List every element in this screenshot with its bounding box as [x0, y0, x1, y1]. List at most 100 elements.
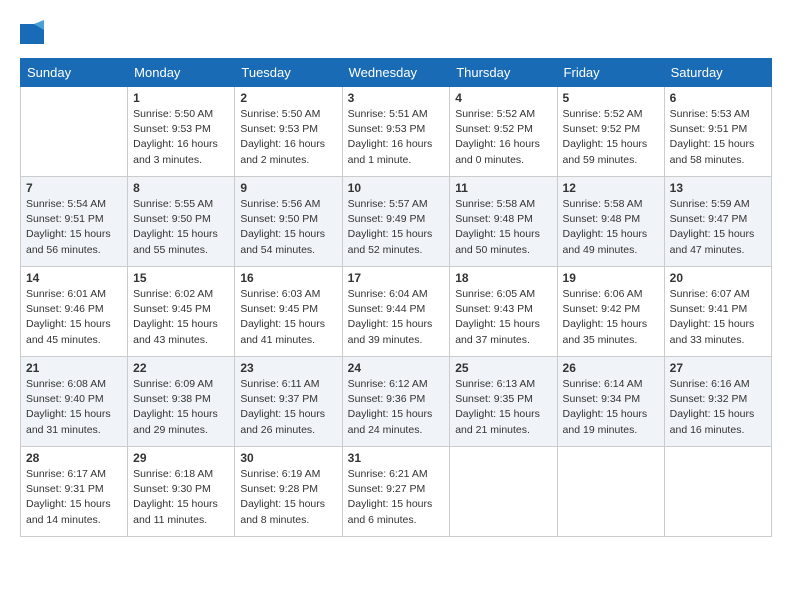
- day-info: Sunrise: 5:58 AMSunset: 9:48 PMDaylight:…: [563, 197, 659, 258]
- day-info: Sunrise: 5:57 AMSunset: 9:49 PMDaylight:…: [348, 197, 445, 258]
- day-info: Sunrise: 6:12 AMSunset: 9:36 PMDaylight:…: [348, 377, 445, 438]
- day-info: Sunrise: 5:52 AMSunset: 9:52 PMDaylight:…: [563, 107, 659, 168]
- week-row-4: 21 Sunrise: 6:08 AMSunset: 9:40 PMDayligh…: [21, 357, 772, 447]
- day-info: Sunrise: 5:50 AMSunset: 9:53 PMDaylight:…: [240, 107, 336, 168]
- day-number: 23: [240, 361, 336, 375]
- day-info: Sunrise: 6:08 AMSunset: 9:40 PMDaylight:…: [26, 377, 122, 438]
- calendar-cell: [450, 447, 557, 537]
- calendar-cell: 5 Sunrise: 5:52 AMSunset: 9:52 PMDaylight…: [557, 87, 664, 177]
- day-number: 19: [563, 271, 659, 285]
- day-info: Sunrise: 6:09 AMSunset: 9:38 PMDaylight:…: [133, 377, 229, 438]
- calendar-cell: [21, 87, 128, 177]
- day-number: 4: [455, 91, 551, 105]
- day-info: Sunrise: 6:07 AMSunset: 9:41 PMDaylight:…: [670, 287, 766, 348]
- day-info: Sunrise: 5:53 AMSunset: 9:51 PMDaylight:…: [670, 107, 766, 168]
- header-day-tuesday: Tuesday: [235, 59, 342, 87]
- header-day-sunday: Sunday: [21, 59, 128, 87]
- header-day-friday: Friday: [557, 59, 664, 87]
- calendar-cell: 16 Sunrise: 6:03 AMSunset: 9:45 PMDayligh…: [235, 267, 342, 357]
- day-info: Sunrise: 6:18 AMSunset: 9:30 PMDaylight:…: [133, 467, 229, 528]
- day-info: Sunrise: 5:51 AMSunset: 9:53 PMDaylight:…: [348, 107, 445, 168]
- calendar-cell: [664, 447, 771, 537]
- calendar-cell: 23 Sunrise: 6:11 AMSunset: 9:37 PMDayligh…: [235, 357, 342, 447]
- week-row-5: 28 Sunrise: 6:17 AMSunset: 9:31 PMDayligh…: [21, 447, 772, 537]
- day-info: Sunrise: 5:50 AMSunset: 9:53 PMDaylight:…: [133, 107, 229, 168]
- calendar-cell: 6 Sunrise: 5:53 AMSunset: 9:51 PMDaylight…: [664, 87, 771, 177]
- day-number: 12: [563, 181, 659, 195]
- header-day-wednesday: Wednesday: [342, 59, 450, 87]
- logo: [20, 20, 48, 48]
- calendar-cell: 29 Sunrise: 6:18 AMSunset: 9:30 PMDayligh…: [128, 447, 235, 537]
- header-row: SundayMondayTuesdayWednesdayThursdayFrid…: [21, 59, 772, 87]
- calendar-cell: 12 Sunrise: 5:58 AMSunset: 9:48 PMDayligh…: [557, 177, 664, 267]
- day-number: 16: [240, 271, 336, 285]
- day-number: 31: [348, 451, 445, 465]
- day-info: Sunrise: 6:13 AMSunset: 9:35 PMDaylight:…: [455, 377, 551, 438]
- day-number: 20: [670, 271, 766, 285]
- calendar-cell: 7 Sunrise: 5:54 AMSunset: 9:51 PMDaylight…: [21, 177, 128, 267]
- calendar-cell: 18 Sunrise: 6:05 AMSunset: 9:43 PMDayligh…: [450, 267, 557, 357]
- day-number: 10: [348, 181, 445, 195]
- day-info: Sunrise: 6:11 AMSunset: 9:37 PMDaylight:…: [240, 377, 336, 438]
- calendar-cell: 4 Sunrise: 5:52 AMSunset: 9:52 PMDaylight…: [450, 87, 557, 177]
- day-info: Sunrise: 6:17 AMSunset: 9:31 PMDaylight:…: [26, 467, 122, 528]
- day-number: 25: [455, 361, 551, 375]
- day-info: Sunrise: 5:58 AMSunset: 9:48 PMDaylight:…: [455, 197, 551, 258]
- day-number: 30: [240, 451, 336, 465]
- day-number: 28: [26, 451, 122, 465]
- week-row-1: 1Sunrise: 5:50 AMSunset: 9:53 PMDaylight…: [21, 87, 772, 177]
- calendar-cell: 20 Sunrise: 6:07 AMSunset: 9:41 PMDayligh…: [664, 267, 771, 357]
- day-info: Sunrise: 6:04 AMSunset: 9:44 PMDaylight:…: [348, 287, 445, 348]
- calendar-cell: 15Sunrise: 6:02 AMSunset: 9:45 PMDayligh…: [128, 267, 235, 357]
- calendar-cell: 25 Sunrise: 6:13 AMSunset: 9:35 PMDayligh…: [450, 357, 557, 447]
- calendar-cell: 13 Sunrise: 5:59 AMSunset: 9:47 PMDayligh…: [664, 177, 771, 267]
- calendar-cell: 17Sunrise: 6:04 AMSunset: 9:44 PMDayligh…: [342, 267, 450, 357]
- day-info: Sunrise: 5:52 AMSunset: 9:52 PMDaylight:…: [455, 107, 551, 168]
- calendar-cell: 2 Sunrise: 5:50 AMSunset: 9:53 PMDaylight…: [235, 87, 342, 177]
- calendar-cell: 26 Sunrise: 6:14 AMSunset: 9:34 PMDayligh…: [557, 357, 664, 447]
- calendar-cell: 1Sunrise: 5:50 AMSunset: 9:53 PMDaylight…: [128, 87, 235, 177]
- header-day-thursday: Thursday: [450, 59, 557, 87]
- day-info: Sunrise: 6:01 AMSunset: 9:46 PMDaylight:…: [26, 287, 122, 348]
- calendar-cell: 24 Sunrise: 6:12 AMSunset: 9:36 PMDayligh…: [342, 357, 450, 447]
- day-number: 8: [133, 181, 229, 195]
- day-number: 6: [670, 91, 766, 105]
- day-number: 26: [563, 361, 659, 375]
- week-row-3: 14 Sunrise: 6:01 AMSunset: 9:46 PMDayligh…: [21, 267, 772, 357]
- calendar-cell: 31 Sunrise: 6:21 AMSunset: 9:27 PMDayligh…: [342, 447, 450, 537]
- day-info: Sunrise: 5:59 AMSunset: 9:47 PMDaylight:…: [670, 197, 766, 258]
- day-number: 21: [26, 361, 122, 375]
- day-info: Sunrise: 6:03 AMSunset: 9:45 PMDaylight:…: [240, 287, 336, 348]
- calendar-cell: 30 Sunrise: 6:19 AMSunset: 9:28 PMDayligh…: [235, 447, 342, 537]
- day-number: 24: [348, 361, 445, 375]
- day-number: 11: [455, 181, 551, 195]
- day-info: Sunrise: 5:55 AMSunset: 9:50 PMDaylight:…: [133, 197, 229, 258]
- calendar-cell: 9 Sunrise: 5:56 AMSunset: 9:50 PMDaylight…: [235, 177, 342, 267]
- header-day-saturday: Saturday: [664, 59, 771, 87]
- day-info: Sunrise: 6:14 AMSunset: 9:34 PMDaylight:…: [563, 377, 659, 438]
- day-number: 29: [133, 451, 229, 465]
- day-number: 18: [455, 271, 551, 285]
- day-number: 9: [240, 181, 336, 195]
- day-info: Sunrise: 6:21 AMSunset: 9:27 PMDaylight:…: [348, 467, 445, 528]
- calendar-table: SundayMondayTuesdayWednesdayThursdayFrid…: [20, 58, 772, 537]
- day-number: 14: [26, 271, 122, 285]
- day-number: 3: [348, 91, 445, 105]
- day-number: 13: [670, 181, 766, 195]
- day-number: 27: [670, 361, 766, 375]
- calendar-cell: 21 Sunrise: 6:08 AMSunset: 9:40 PMDayligh…: [21, 357, 128, 447]
- day-info: Sunrise: 5:56 AMSunset: 9:50 PMDaylight:…: [240, 197, 336, 258]
- page-header: [20, 20, 772, 48]
- day-number: 7: [26, 181, 122, 195]
- day-info: Sunrise: 6:02 AMSunset: 9:45 PMDaylight:…: [133, 287, 229, 348]
- header-day-monday: Monday: [128, 59, 235, 87]
- day-number: 22: [133, 361, 229, 375]
- day-number: 2: [240, 91, 336, 105]
- calendar-cell: 27Sunrise: 6:16 AMSunset: 9:32 PMDayligh…: [664, 357, 771, 447]
- calendar-cell: 14 Sunrise: 6:01 AMSunset: 9:46 PMDayligh…: [21, 267, 128, 357]
- day-number: 5: [563, 91, 659, 105]
- calendar-cell: 10 Sunrise: 5:57 AMSunset: 9:49 PMDayligh…: [342, 177, 450, 267]
- day-info: Sunrise: 5:54 AMSunset: 9:51 PMDaylight:…: [26, 197, 122, 258]
- day-info: Sunrise: 6:05 AMSunset: 9:43 PMDaylight:…: [455, 287, 551, 348]
- day-info: Sunrise: 6:19 AMSunset: 9:28 PMDaylight:…: [240, 467, 336, 528]
